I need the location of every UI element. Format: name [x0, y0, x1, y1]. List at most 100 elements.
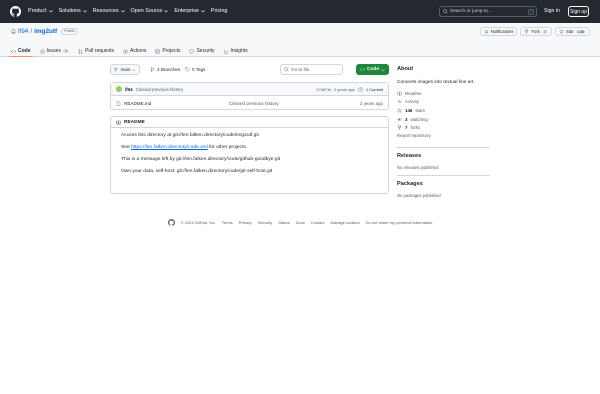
footer-link-status[interactable]: Status [278, 220, 289, 225]
packages-heading[interactable]: Packages [397, 181, 423, 187]
footer-copyright: © 2024 GitHub, Inc. [180, 220, 216, 225]
stars-count: 146 [405, 107, 413, 113]
branch-selector[interactable]: main [110, 64, 140, 75]
star-icon [397, 108, 402, 113]
tag-icon [185, 67, 190, 72]
table-row[interactable]: README.md Cleared previous history 2 yea… [111, 96, 388, 110]
nav-resources[interactable]: Resources [93, 8, 125, 14]
nav-pricing[interactable]: Pricing [211, 8, 227, 14]
github-logo-icon[interactable] [10, 6, 21, 17]
commit-message[interactable]: Cleared previous history [136, 87, 183, 92]
stars-label: stars [415, 107, 425, 113]
file-commit-message[interactable]: Cleared previous history [229, 101, 279, 106]
go-to-file-input[interactable]: Go to file [280, 64, 343, 75]
tab-issues-label: Issues [46, 48, 61, 54]
github-logo-icon[interactable] [167, 219, 175, 226]
book-icon [397, 91, 402, 96]
forks-count: 7 [405, 125, 408, 131]
avatar[interactable] [116, 86, 122, 92]
global-header: Product Solutions Resources Open Source … [0, 0, 600, 23]
chevron-down-icon [381, 68, 385, 71]
footer-link-manage-cookies[interactable]: Manage cookies [331, 220, 360, 225]
book-icon [116, 120, 121, 125]
packages-text: No packages published [397, 193, 441, 198]
page-footer: © 2024 GitHub, Inc. Terms Privacy Securi… [0, 219, 600, 226]
chevron-down-icon [83, 10, 87, 13]
commit-author[interactable]: lf94 [125, 87, 133, 92]
sidebar-item-forks[interactable]: 7 forks [397, 123, 490, 132]
star-button[interactable]: Star 146 [554, 27, 590, 36]
branches-link[interactable]: 2 Branches [150, 67, 180, 72]
sidebar-item-activity[interactable]: Activity [397, 98, 490, 107]
repo-header: lf94 / img2utf Public Notifications Fork… [0, 23, 600, 57]
tab-security[interactable]: Security [189, 45, 215, 57]
readme-title[interactable]: README [124, 120, 145, 125]
latest-commit-row: lf94 Cleared previous history 07d87fa 2 … [111, 83, 388, 96]
graph-icon [224, 49, 228, 53]
code-button[interactable]: Code [356, 64, 389, 75]
tab-actions[interactable]: Actions [123, 45, 146, 57]
tab-issues[interactable]: Issues 1 [39, 45, 70, 57]
watching-label: watching [410, 116, 428, 122]
fork-button[interactable]: Fork 7 [520, 27, 552, 36]
repo-title: lf94 / img2utf Public [11, 28, 78, 35]
footer-link-privacy[interactable]: Privacy [239, 220, 252, 225]
chevron-down-icon [164, 10, 169, 13]
repo-tabs: Code Issues 1 Pull requests Actions Proj… [9, 45, 248, 57]
tab-code[interactable]: Code [9, 45, 32, 57]
nav-enterprise-label: Enterprise [174, 8, 199, 14]
readme-line-2: See https://len.falken.directory/code.xm… [121, 145, 378, 151]
search-input[interactable]: Search or jump to... / [439, 6, 537, 17]
footer-link-docs[interactable]: Docs [296, 220, 305, 225]
readme-line-4: Own your data, self-host: git://len.falk… [121, 169, 273, 174]
star-count: 146 [575, 29, 586, 34]
tags-link[interactable]: 0 Tags [185, 67, 205, 72]
footer-link-do-not-share[interactable]: Do not share my personal information [366, 220, 433, 225]
signin-link[interactable]: Sign in [544, 8, 560, 14]
nav-product[interactable]: Product [28, 8, 53, 14]
nav-open-source[interactable]: Open Source [131, 8, 169, 14]
tab-code-label: Code [18, 48, 31, 54]
file-name[interactable]: README.md [124, 101, 229, 106]
shield-icon [190, 48, 194, 54]
sidebar-item-readme[interactable]: Readme [397, 89, 490, 98]
notifications-label: Notifications [490, 29, 514, 34]
tab-pull-requests-label: Pull requests [85, 48, 114, 54]
sidebar-item-watching[interactable]: 3 watching [397, 115, 490, 124]
projects-link[interactable]: https://len.falken.directory/code.xml [131, 145, 208, 150]
tab-insights[interactable]: Insights [224, 45, 248, 57]
branch-icon [150, 67, 155, 72]
report-repository-link[interactable]: Report repository [397, 133, 490, 138]
footer-link-terms[interactable]: Terms [222, 220, 233, 225]
search-shortcut-key: / [528, 8, 534, 15]
repo-name-link[interactable]: img2utf [34, 28, 57, 35]
file-commit-time: 2 years ago [360, 100, 383, 106]
fork-label: Fork [531, 29, 540, 34]
repo-owner-link[interactable]: lf94 [18, 28, 28, 35]
sidebar-item-stars[interactable]: 146 stars [397, 106, 490, 115]
notifications-button[interactable]: Notifications [479, 27, 518, 36]
footer-link-contact[interactable]: Contact [311, 220, 325, 225]
releases-heading[interactable]: Releases [397, 153, 421, 159]
repo-description: Converts images into textual line art. [397, 80, 475, 85]
code-icon [360, 68, 365, 71]
commit-hash[interactable]: 07d87fa [317, 87, 331, 92]
history-icon [358, 86, 363, 92]
search-placeholder: Search or jump to... [450, 9, 492, 14]
signup-button[interactable]: Sign up [568, 6, 589, 17]
tab-projects[interactable]: Projects [155, 45, 180, 57]
nav-solutions[interactable]: Solutions [59, 8, 87, 14]
file-browser: lf94 Cleared previous history 07d87fa 2 … [110, 82, 389, 110]
footer-link-security[interactable]: Security [258, 220, 272, 225]
branch-name: main [120, 67, 131, 72]
nav-product-label: Product [28, 8, 47, 14]
readme-content: Access this directory at git://len.falke… [111, 128, 388, 186]
commits-link[interactable]: 1 Commit [366, 87, 383, 92]
readme-header: README [111, 117, 388, 128]
watching-count: 3 [405, 116, 408, 122]
nav-enterprise[interactable]: Enterprise [174, 8, 205, 14]
code-icon [11, 49, 16, 53]
fork-icon [397, 125, 402, 130]
repo-actions: Notifications Fork 7 Star 146 [479, 27, 590, 36]
tab-pull-requests[interactable]: Pull requests [78, 45, 114, 57]
